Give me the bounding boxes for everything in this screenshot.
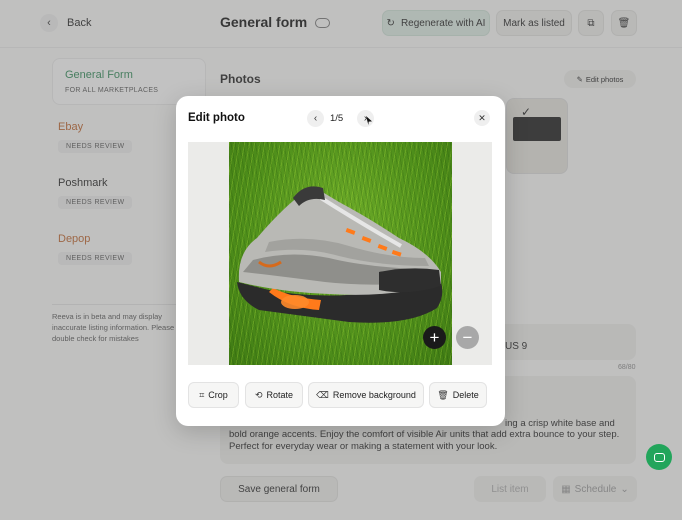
delete-label: Delete [452,390,479,400]
crop-button[interactable]: ⌗ Crop [188,382,239,408]
sneaker-illustration [237,186,443,323]
chevron-left-icon: ‹ [313,113,318,124]
chat-button[interactable] [646,444,672,470]
delete-photo-button[interactable]: 🗑 Delete [429,382,487,408]
previous-photo-button[interactable]: ‹ [307,110,324,127]
rotate-label: Rotate [266,390,294,400]
sneaker-photo [229,142,452,365]
trash-icon: 🗑 [437,389,449,400]
crop-icon: ⌗ [199,389,205,400]
close-modal-button[interactable]: ✕ [474,110,490,126]
rotate-button[interactable]: ⟲ Rotate [245,382,303,408]
zoom-out-button[interactable]: − [456,326,479,349]
crop-label: Crop [208,390,228,400]
next-photo-button[interactable]: › [357,110,374,127]
photo-stage: + − [188,142,492,365]
remove-background-button[interactable]: ⌫ Remove background [308,382,424,408]
remove-background-label: Remove background [332,390,416,400]
edit-photo-modal: Edit photo ‹ 1/5 › ✕ + − ⌗ Crop ⟲ Rotate… [176,96,505,426]
modal-title: Edit photo [188,112,245,124]
minus-icon: − [462,328,473,347]
zoom-in-button[interactable]: + [423,326,446,349]
rotate-icon: ⟲ [254,389,263,400]
chat-icon [653,452,665,462]
close-icon: ✕ [478,112,486,123]
eraser-icon: ⌫ [316,389,329,400]
photo-counter: 1/5 [330,113,344,124]
plus-icon: + [429,328,440,347]
